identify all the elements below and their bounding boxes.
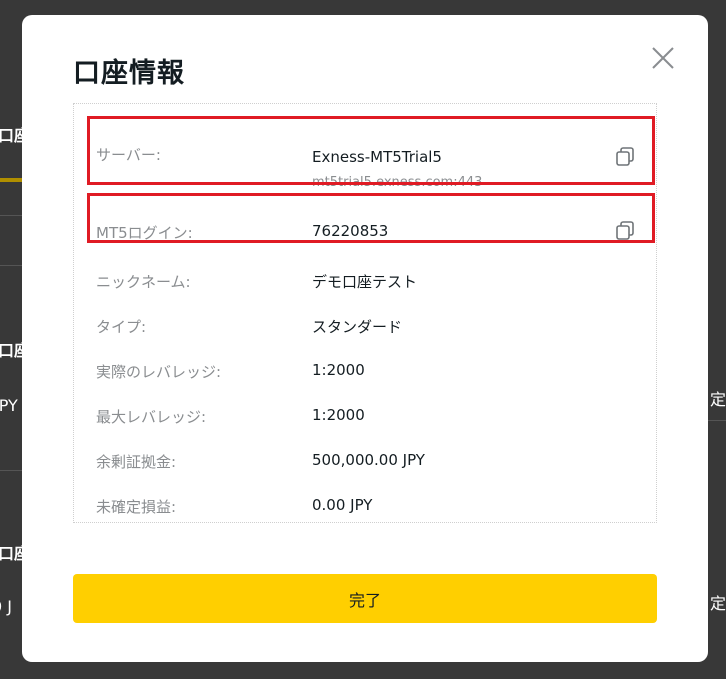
done-button[interactable]: 完了 [73, 574, 657, 623]
bg-divider [0, 215, 22, 216]
type-value: スタンダード [312, 318, 403, 336]
bg-fragment: 定 [710, 390, 726, 409]
actual-leverage-label: 実際のレバレッジ: [96, 363, 222, 381]
floating-pl-label: 未確定損益: [96, 498, 177, 516]
bg-divider [0, 470, 22, 471]
max-leverage-label: 最大レバレッジ: [96, 408, 207, 426]
bg-divider [0, 265, 22, 266]
floating-pl-value: 0.00 JPY [312, 496, 373, 514]
bg-tab-indicator [0, 178, 22, 182]
login-highlight-box [87, 193, 655, 243]
nickname-value: デモ口座テスト [312, 273, 418, 291]
max-leverage-value: 1:2000 [312, 406, 365, 424]
nickname-label: ニックネーム: [96, 273, 191, 291]
close-icon[interactable] [648, 43, 678, 73]
account-info-dialog: 口座情報 サーバー: Exness-MT5Trial5 mt5trial5.ex… [22, 15, 708, 662]
free-margin-label: 余剰証拠金: [96, 453, 177, 471]
bg-fragment: 0 J [0, 597, 12, 616]
bg-divider [708, 420, 726, 421]
bg-fragment: JPY [0, 396, 18, 415]
actual-leverage-value: 1:2000 [312, 361, 365, 379]
bg-fragment: 定 [710, 594, 726, 613]
type-label: タイプ: [96, 318, 147, 336]
free-margin-value: 500,000.00 JPY [312, 451, 425, 469]
dialog-title: 口座情報 [73, 58, 185, 89]
server-highlight-box [87, 116, 655, 185]
